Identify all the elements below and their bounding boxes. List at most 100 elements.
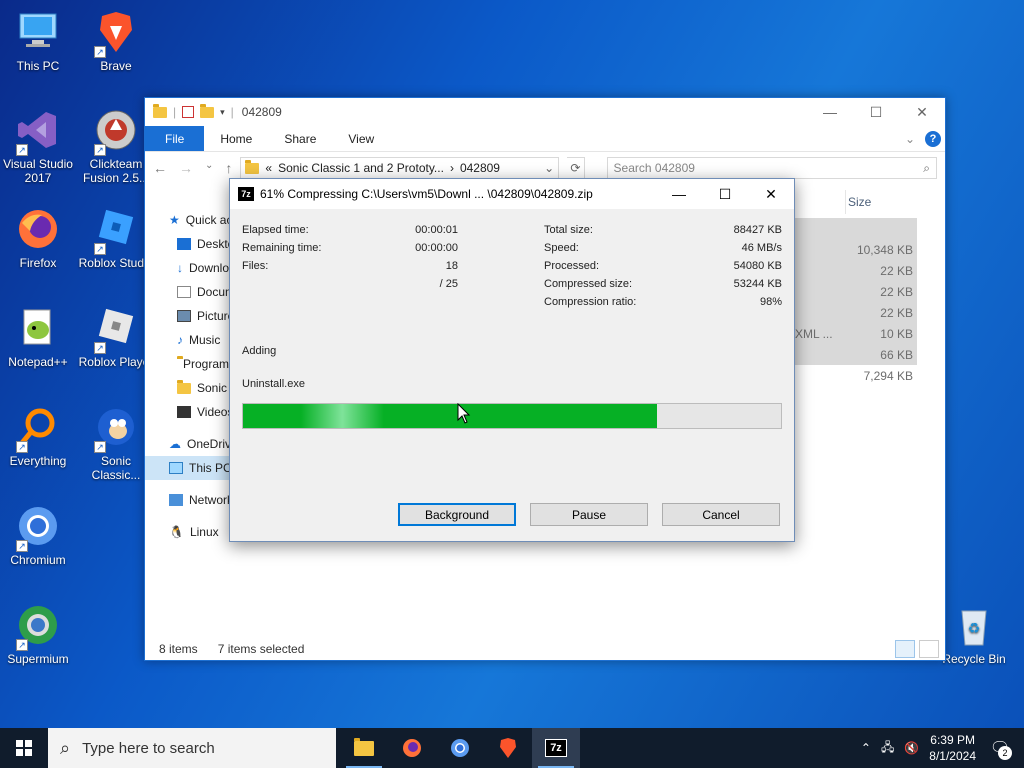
dialog-title-bar[interactable]: 7z 61% Compressing C:\Users\vm5\Downl ..… bbox=[230, 179, 794, 209]
taskbar-firefox[interactable] bbox=[388, 728, 436, 768]
large-icons-view-button[interactable] bbox=[919, 640, 939, 658]
maximize-button[interactable]: ☐ bbox=[702, 179, 748, 209]
expand-ribbon-icon[interactable]: ⌄ bbox=[905, 132, 915, 146]
table-row[interactable]: 22 KB bbox=[775, 281, 917, 302]
nav-item-quick-access[interactable]: ★Quick access bbox=[145, 208, 235, 232]
clock[interactable]: 6:39 PM 8/1/2024 bbox=[929, 732, 976, 764]
desktop-icon-supermium[interactable]: ↗ Supermium bbox=[0, 601, 76, 666]
nav-item-network[interactable]: Network bbox=[145, 488, 235, 512]
cancel-button[interactable]: Cancel bbox=[662, 503, 780, 526]
start-button[interactable] bbox=[0, 728, 48, 768]
table-row[interactable]: 10,348 KB bbox=[775, 239, 917, 260]
desktop-icon-label: Roblox Studio bbox=[78, 256, 154, 270]
cloud-icon: ☁ bbox=[169, 437, 181, 451]
help-button[interactable]: ? bbox=[925, 130, 941, 147]
chevron-down-icon[interactable]: ⌄ bbox=[544, 161, 554, 175]
nav-item-sonic[interactable]: Sonic bbox=[145, 376, 235, 400]
compressed-size-value: 53244 KB bbox=[733, 278, 782, 290]
nav-item-music[interactable]: ♪ Music bbox=[145, 328, 235, 352]
taskbar-file-explorer[interactable] bbox=[340, 728, 388, 768]
table-row[interactable] bbox=[775, 218, 917, 239]
table-row[interactable]: 22 KB bbox=[775, 302, 917, 323]
network-status-icon[interactable]: 🖧 bbox=[881, 738, 894, 759]
7zip-progress-dialog[interactable]: 7z 61% Compressing C:\Users\vm5\Downl ..… bbox=[229, 178, 795, 542]
desktop-icon-brave[interactable]: ↗ Brave bbox=[78, 8, 154, 73]
recent-chevron-icon[interactable]: ⌄ bbox=[205, 160, 213, 176]
breadcrumb-overflow[interactable]: « bbox=[265, 161, 272, 175]
address-bar[interactable]: « Sonic Classic 1 and 2 Prototy... › 042… bbox=[240, 157, 560, 179]
back-arrow-icon[interactable]: ← bbox=[153, 160, 167, 176]
breadcrumb-segment[interactable]: Sonic Classic 1 and 2 Prototy... bbox=[278, 161, 444, 175]
taskbar-7zip[interactable]: 7z bbox=[532, 728, 580, 768]
pictures-icon bbox=[177, 310, 191, 322]
nav-item-desktop[interactable]: Desktop bbox=[145, 232, 235, 256]
nav-item-onedrive[interactable]: ☁ OneDrive bbox=[145, 432, 235, 456]
desktop-icon-everything[interactable]: ↗ Everything bbox=[0, 403, 76, 468]
volume-muted-icon[interactable]: 🔇 bbox=[904, 741, 919, 755]
nav-item-this-pc[interactable]: This PC bbox=[145, 456, 235, 480]
nav-item-videos[interactable]: Videos bbox=[145, 400, 235, 424]
chevron-up-icon[interactable]: ⌃ bbox=[861, 741, 871, 755]
pause-button[interactable]: Pause bbox=[530, 503, 648, 526]
desktop-icon-this-pc[interactable]: This PC bbox=[0, 8, 76, 73]
minimize-button[interactable]: — bbox=[807, 98, 853, 126]
search-input[interactable]: Search 042809 ⌕ bbox=[606, 157, 938, 179]
breadcrumb-separator[interactable]: › bbox=[450, 161, 454, 175]
properties-icon[interactable] bbox=[182, 106, 195, 118]
tab-file[interactable]: File bbox=[145, 126, 205, 151]
chromium-icon bbox=[451, 739, 469, 757]
tab-view[interactable]: View bbox=[332, 126, 390, 151]
taskbar-search-input[interactable]: ⌕ Type here to search bbox=[48, 728, 336, 768]
desktop-icon-roblox-player[interactable]: ↗ Roblox Player bbox=[78, 304, 154, 369]
notepadpp-icon bbox=[14, 304, 62, 352]
notification-center-button[interactable]: 🗨 2 bbox=[986, 734, 1014, 762]
table-row[interactable]: XML ... 10 KB bbox=[775, 323, 917, 344]
explorer-title-bar[interactable]: | ▾ | 042809 — ☐ ✕ bbox=[145, 98, 945, 126]
desktop-icon-firefox[interactable]: Firefox bbox=[0, 205, 76, 270]
refresh-button[interactable]: ⟳ bbox=[567, 157, 585, 179]
sonic-icon: ↗ bbox=[92, 403, 140, 453]
desktop-icon-visual-studio[interactable]: ↗ Visual Studio 2017 bbox=[0, 106, 76, 185]
close-button[interactable]: ✕ bbox=[899, 98, 945, 126]
desktop-icon-recycle-bin[interactable]: ♻ Recycle Bin bbox=[936, 601, 1012, 666]
forward-arrow-icon[interactable]: → bbox=[179, 160, 193, 176]
maximize-button[interactable]: ☐ bbox=[853, 98, 899, 126]
column-header-size[interactable]: Size bbox=[845, 190, 917, 214]
up-arrow-icon[interactable]: ↑ bbox=[225, 160, 232, 176]
new-folder-icon[interactable] bbox=[200, 103, 215, 118]
folder-icon bbox=[177, 379, 191, 394]
folder-icon bbox=[153, 103, 167, 118]
taskbar-chromium[interactable] bbox=[436, 728, 484, 768]
notification-count-badge: 2 bbox=[998, 746, 1012, 760]
nav-item-documents[interactable]: Documents bbox=[145, 280, 235, 304]
everything-icon: ↗ bbox=[14, 403, 62, 453]
nav-item-downloads[interactable]: ↓Downloads bbox=[145, 256, 235, 280]
file-list: 10,348 KB 22 KB 22 KB 22 KB XML ... 10 KB… bbox=[775, 218, 917, 386]
chevron-down-icon[interactable]: ▾ bbox=[220, 107, 225, 118]
tab-home[interactable]: Home bbox=[204, 126, 268, 151]
taskbar-brave[interactable] bbox=[484, 728, 532, 768]
minimize-button[interactable]: — bbox=[656, 179, 702, 209]
nav-item-linux[interactable]: 🐧 Linux bbox=[145, 520, 235, 544]
folder-icon bbox=[245, 159, 260, 174]
close-button[interactable]: ✕ bbox=[748, 179, 794, 209]
table-row[interactable]: 22 KB bbox=[775, 260, 917, 281]
nav-item-pictures[interactable]: Pictures bbox=[145, 304, 235, 328]
video-icon bbox=[177, 406, 191, 418]
firefox-icon bbox=[14, 205, 62, 253]
desktop-icon-roblox-studio[interactable]: ↗ Roblox Studio bbox=[78, 205, 154, 270]
desktop-icon-clickteam[interactable]: ↗ Clickteam Fusion 2.5... bbox=[78, 106, 154, 185]
shortcut-arrow-icon: ↗ bbox=[94, 46, 106, 58]
desktop-icon-sonic[interactable]: ↗ Sonic Classic... bbox=[78, 403, 154, 482]
tab-share[interactable]: Share bbox=[268, 126, 332, 151]
windows-logo-icon bbox=[16, 740, 32, 756]
table-row[interactable]: 66 KB bbox=[775, 344, 917, 365]
breadcrumb-segment[interactable]: 042809 bbox=[460, 161, 500, 175]
background-button[interactable]: Background bbox=[398, 503, 516, 526]
table-row[interactable]: 7,294 KB bbox=[775, 365, 917, 386]
desktop-icon-notepadpp[interactable]: Notepad++ bbox=[0, 304, 76, 369]
nav-item-programs[interactable]: Programs bbox=[145, 352, 235, 376]
chromium-icon: ↗ bbox=[14, 502, 62, 552]
details-view-button[interactable] bbox=[895, 640, 915, 658]
desktop-icon-chromium[interactable]: ↗ Chromium bbox=[0, 502, 76, 567]
